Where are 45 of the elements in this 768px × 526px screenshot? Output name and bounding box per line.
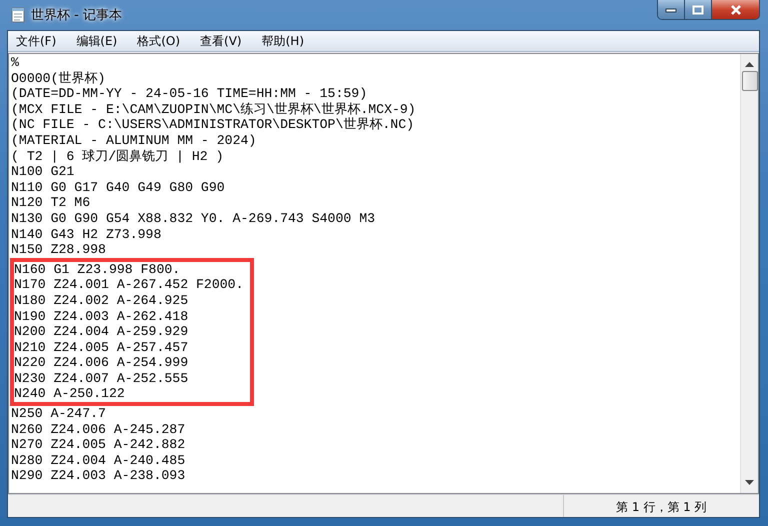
close-icon: [730, 4, 742, 14]
code-line: N240 A-250.122: [14, 386, 126, 402]
scroll-down-icon[interactable]: [745, 480, 754, 485]
code-line: N130 G0 G90 G54 X88.832 Y0. A-269.743 S4000 M3: [11, 210, 376, 227]
code-line: N230 Z24.007 A-252.555: [14, 370, 190, 386]
code-line: N200 Z24.004 A-259.929: [14, 324, 190, 340]
close-button[interactable]: [712, 0, 759, 19]
code-line: N100 G21: [11, 164, 76, 180]
code-line: N250 A-247.7: [11, 406, 107, 422]
code-line: N120 T2 M6: [11, 195, 92, 211]
code-line: N270 Z24.005 A-242.882: [11, 437, 186, 453]
code-line: N110 G0 G17 G40 G49 G80 G90: [11, 180, 226, 196]
cursor-position: 第 1 行，第 1 列: [615, 499, 707, 516]
minimize-button[interactable]: [658, 0, 685, 19]
maximize-button[interactable]: [685, 0, 712, 19]
menu-item[interactable]: 格式(O): [129, 32, 188, 50]
code-line: (NC FILE - C:\USERS\ADMINISTRATOR\DESKTOP\世界杯.NC): [11, 117, 416, 133]
code-line: N140 G43 H2 Z73.998: [11, 226, 162, 242]
code-line: N180 Z24.002 A-264.925: [14, 292, 190, 308]
code-line: N170 Z24.001 A-267.452 F2000.: [14, 277, 244, 293]
code-line: (MATERIAL - ALUMINUM MM - 2024): [11, 132, 258, 149]
code-line: N290 Z24.003 A-238.093: [11, 468, 186, 484]
maximize-icon: [692, 4, 704, 14]
menu-item[interactable]: 文件(F): [8, 32, 64, 50]
window-title: 世界杯 - 记事本: [31, 7, 122, 24]
code-line: N280 Z24.004 A-240.485: [11, 452, 186, 468]
code-line: N190 Z24.003 A-262.418: [14, 308, 190, 324]
menu-item[interactable]: 帮助(H): [254, 32, 312, 50]
menu-item[interactable]: 查看(V): [192, 32, 250, 50]
code-line: N210 Z24.005 A-257.457: [14, 340, 190, 356]
vertical-scrollbar[interactable]: [740, 54, 758, 493]
scroll-up-icon[interactable]: [745, 62, 754, 67]
code-line: N260 Z24.006 A-245.287: [11, 422, 186, 438]
code-line: O0000(世界杯): [11, 70, 106, 86]
code-line: (MCX FILE - E:\CAM\ZUOPIN\MC\练习\世界杯\世界杯.MCX-9): [11, 102, 417, 117]
code-line: %: [11, 55, 20, 71]
notepad-icon: [11, 7, 25, 23]
menu-item[interactable]: 编辑(E): [68, 32, 126, 50]
scroll-thumb[interactable]: [742, 71, 758, 91]
code-line: N160 G1 Z23.998 F800.: [14, 262, 182, 278]
code-line: N220 Z24.006 A-254.999: [14, 355, 190, 371]
code-line: N150 Z28.998: [11, 242, 107, 258]
minimize-icon: [665, 6, 677, 12]
code-line: (DATE=DD-MM-YY - 24-05-16 TIME=HH:MM - 15:59): [11, 86, 368, 102]
code-line: ( T2 | 6 球刀/圆鼻铣刀 | H2 ): [11, 148, 225, 164]
